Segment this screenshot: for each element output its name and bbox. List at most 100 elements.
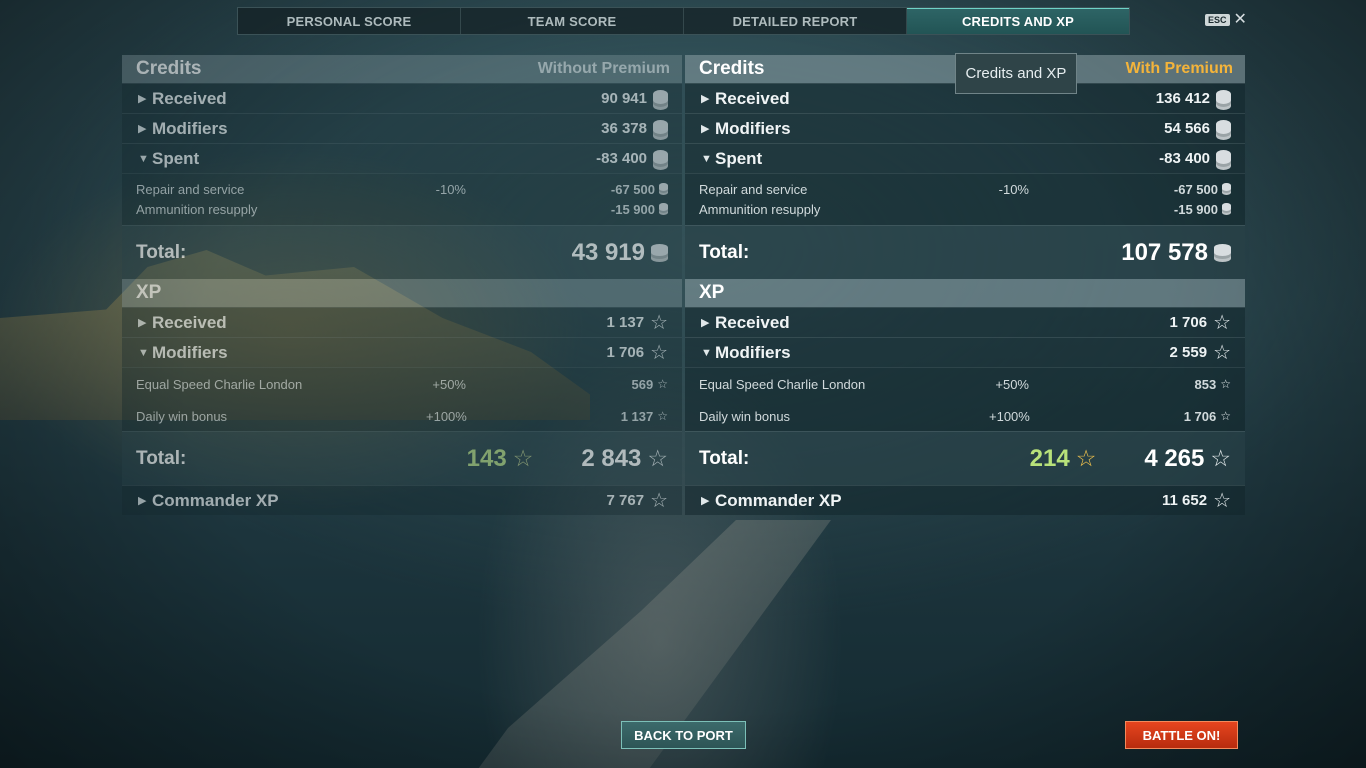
row-value: -83 400	[1159, 150, 1210, 167]
collapse-arrow-icon: ▼	[701, 346, 712, 359]
credits-total-row: Total: 43 919	[122, 225, 682, 279]
item-value: -67 500	[1173, 181, 1218, 197]
xp-star-icon: ☆	[1210, 445, 1231, 471]
row-value: 2 559	[1169, 344, 1208, 361]
xp-total-row: Total: 143 ☆ 2 843 ☆	[122, 431, 682, 485]
item-value: -67 500	[610, 181, 655, 197]
xp-star-icon: ☆	[1213, 311, 1231, 334]
row-label: Spent	[715, 148, 763, 168]
xp-title: XP	[136, 282, 162, 303]
tab-personal-score[interactable]: PERSONAL SCORE	[238, 8, 461, 34]
item-label: Daily win bonus	[136, 408, 228, 424]
credits-icon	[659, 183, 668, 195]
with-premium-label: With Premium	[1125, 60, 1233, 77]
without-premium-panel: Credits Without Premium ▶ Received 90 94…	[122, 55, 682, 515]
tab-credits-and-xp[interactable]: CREDITS AND XP	[907, 8, 1129, 34]
expand-arrow-icon: ▶	[138, 495, 147, 507]
row-label: Modifiers	[152, 342, 228, 362]
credits-spent-row[interactable]: ▼ Spent -83 400	[122, 143, 682, 173]
row-label: Commander XP	[715, 490, 842, 510]
without-premium-label: Without Premium	[537, 60, 670, 77]
row-value: 1 137	[606, 314, 645, 331]
xp-received-row[interactable]: ▶ Received 1 706 ☆	[685, 307, 1245, 337]
close-icon[interactable]: ✕	[1234, 12, 1247, 28]
close-control[interactable]: ESC ✕	[1205, 12, 1247, 28]
free-xp-star-icon: ☆	[1075, 445, 1097, 471]
list-item: Repair and service -10% -67 500	[122, 179, 682, 199]
item-percent: +100%	[989, 408, 1030, 424]
total-value: 4 265	[1144, 444, 1205, 472]
xp-star-icon: ☆	[650, 311, 668, 334]
xp-star-icon: ☆	[657, 409, 668, 423]
back-to-port-button[interactable]: BACK TO PORT	[621, 721, 746, 749]
tab-detailed-report[interactable]: DETAILED REPORT	[684, 8, 907, 34]
free-xp-value: 214	[1029, 444, 1070, 472]
battle-on-button[interactable]: BATTLE ON!	[1125, 721, 1238, 749]
row-label: Received	[715, 88, 790, 108]
credits-spent-row[interactable]: ▼ Spent -83 400	[685, 143, 1245, 173]
row-label: Modifiers	[715, 342, 791, 362]
collapse-arrow-icon: ▼	[138, 346, 149, 359]
expand-arrow-icon: ▶	[701, 123, 710, 135]
xp-modifiers-row[interactable]: ▼ Modifiers 1 706 ☆	[122, 337, 682, 367]
list-item: Equal Speed Charlie London +50% 569 ☆	[122, 372, 682, 396]
xp-modifier-details: Equal Speed Charlie London +50% 569 ☆ Da…	[122, 367, 682, 431]
xp-modifier-details: Equal Speed Charlie London +50% 853 ☆ Da…	[685, 367, 1245, 431]
credits-icon	[1216, 149, 1231, 168]
credits-title: Credits	[699, 58, 765, 79]
total-value: 107 578	[1121, 238, 1208, 266]
credits-icon	[653, 119, 668, 138]
item-label: Ammunition resupply	[136, 201, 258, 217]
xp-star-icon: ☆	[650, 341, 668, 364]
item-percent: +50%	[432, 376, 466, 392]
xp-received-row[interactable]: ▶ Received 1 137 ☆	[122, 307, 682, 337]
item-value: -15 900	[610, 201, 655, 217]
free-xp-value: 143	[466, 444, 507, 472]
item-value: -15 900	[1173, 201, 1218, 217]
item-label: Daily win bonus	[699, 408, 791, 424]
list-item: Daily win bonus +100% 1 137 ☆	[122, 404, 682, 428]
item-label: Equal Speed Charlie London	[136, 376, 303, 392]
esc-key-hint: ESC	[1205, 14, 1230, 26]
expand-arrow-icon: ▶	[138, 317, 147, 329]
xp-star-icon: ☆	[1220, 409, 1231, 423]
commander-xp-row[interactable]: ▶ Commander XP 11 652 ☆	[685, 485, 1245, 515]
item-percent: +50%	[995, 376, 1029, 392]
credits-icon	[651, 243, 668, 262]
total-label: Total:	[699, 447, 750, 469]
item-label: Equal Speed Charlie London	[699, 376, 866, 392]
expand-arrow-icon: ▶	[138, 93, 147, 105]
row-label: Commander XP	[152, 490, 279, 510]
credits-modifiers-row[interactable]: ▶ Modifiers 36 378	[122, 113, 682, 143]
with-premium-panel: Credits With Premium ▶ Received 136 412 …	[685, 55, 1245, 515]
list-item: Repair and service -10% -67 500	[685, 179, 1245, 199]
tab-team-score[interactable]: TEAM SCORE	[461, 8, 684, 34]
credits-icon	[1222, 203, 1231, 215]
row-label: Spent	[152, 148, 200, 168]
row-label: Received	[715, 312, 790, 332]
collapse-arrow-icon: ▼	[701, 152, 712, 165]
row-value: 36 378	[601, 120, 647, 137]
credits-received-row[interactable]: ▶ Received 90 941	[122, 83, 682, 113]
credits-header: Credits Without Premium	[122, 55, 682, 83]
credits-icon	[653, 89, 668, 108]
item-value: 1 137	[620, 408, 654, 424]
row-value: 1 706	[606, 344, 645, 361]
xp-modifiers-row[interactable]: ▼ Modifiers 2 559 ☆	[685, 337, 1245, 367]
xp-star-icon: ☆	[650, 489, 668, 512]
commander-xp-row[interactable]: ▶ Commander XP 7 767 ☆	[122, 485, 682, 515]
item-label: Repair and service	[136, 181, 245, 197]
item-value: 853	[1194, 376, 1217, 392]
xp-header: XP	[685, 279, 1245, 307]
xp-title: XP	[699, 282, 725, 303]
xp-star-icon: ☆	[1213, 341, 1231, 364]
row-value: 7 767	[606, 492, 645, 509]
credits-icon	[659, 203, 668, 215]
row-label: Modifiers	[715, 118, 791, 138]
credits-modifiers-row[interactable]: ▶ Modifiers 54 566	[685, 113, 1245, 143]
credits-title: Credits	[136, 58, 202, 79]
credits-icon	[1216, 119, 1231, 138]
credits-total-row: Total: 107 578	[685, 225, 1245, 279]
expand-arrow-icon: ▶	[701, 93, 710, 105]
row-label: Modifiers	[152, 118, 228, 138]
